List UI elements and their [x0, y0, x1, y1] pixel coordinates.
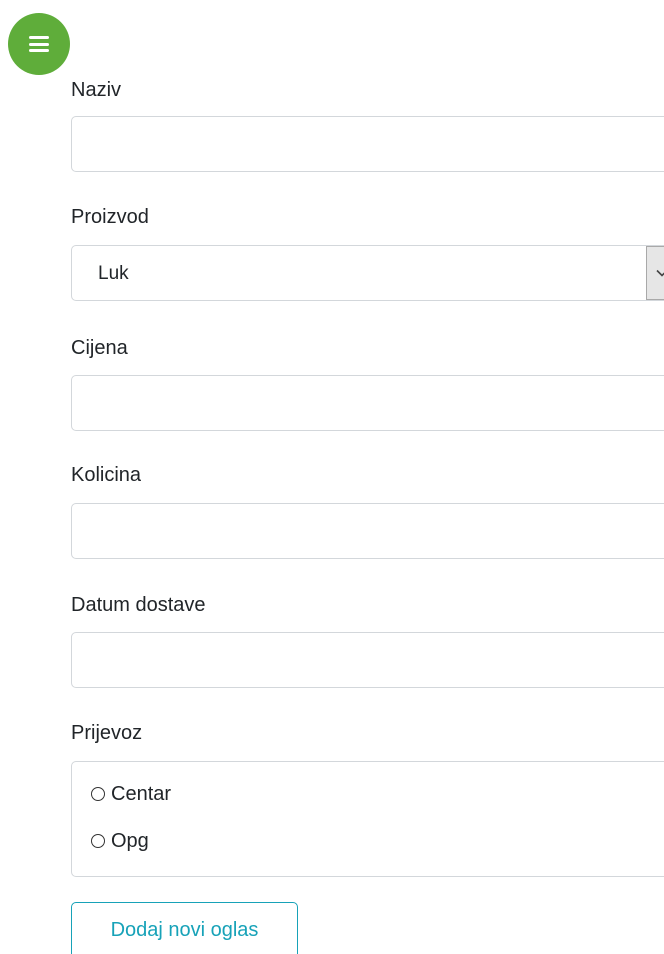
naziv-label: Naziv	[71, 79, 122, 101]
proizvod-selected-value: Luk	[98, 263, 129, 284]
radio-circle-icon[interactable]	[91, 834, 105, 848]
radio-option-label: Opg	[111, 830, 149, 852]
cijena-input[interactable]	[71, 375, 664, 431]
hamburger-menu-icon	[29, 36, 49, 52]
add-listing-button[interactable]: Dodaj novi oglas	[71, 902, 298, 954]
radio-option-centar[interactable]: Centar	[91, 782, 171, 806]
naziv-input[interactable]	[71, 116, 664, 172]
radio-option-opg[interactable]: Opg	[91, 829, 149, 853]
kolicina-input[interactable]	[71, 503, 664, 559]
page: Naziv Proizvod Luk Cijena Kolicina Datum…	[0, 0, 664, 954]
kolicina-label: Kolicina	[71, 464, 142, 486]
radio-circle-icon[interactable]	[91, 787, 105, 801]
datum-dostave-input[interactable]	[71, 632, 664, 688]
proizvod-label: Proizvod	[71, 206, 149, 228]
radio-option-label: Centar	[111, 783, 172, 805]
menu-button[interactable]	[8, 13, 70, 75]
proizvod-select[interactable]: Luk	[71, 245, 664, 301]
chevron-down-icon[interactable]	[646, 246, 664, 300]
prijevoz-label: Prijevoz	[71, 722, 143, 744]
cijena-label: Cijena	[71, 337, 128, 359]
prijevoz-radio-group: Centar Opg	[71, 761, 664, 877]
datum-dostave-label: Datum dostave	[71, 594, 206, 616]
